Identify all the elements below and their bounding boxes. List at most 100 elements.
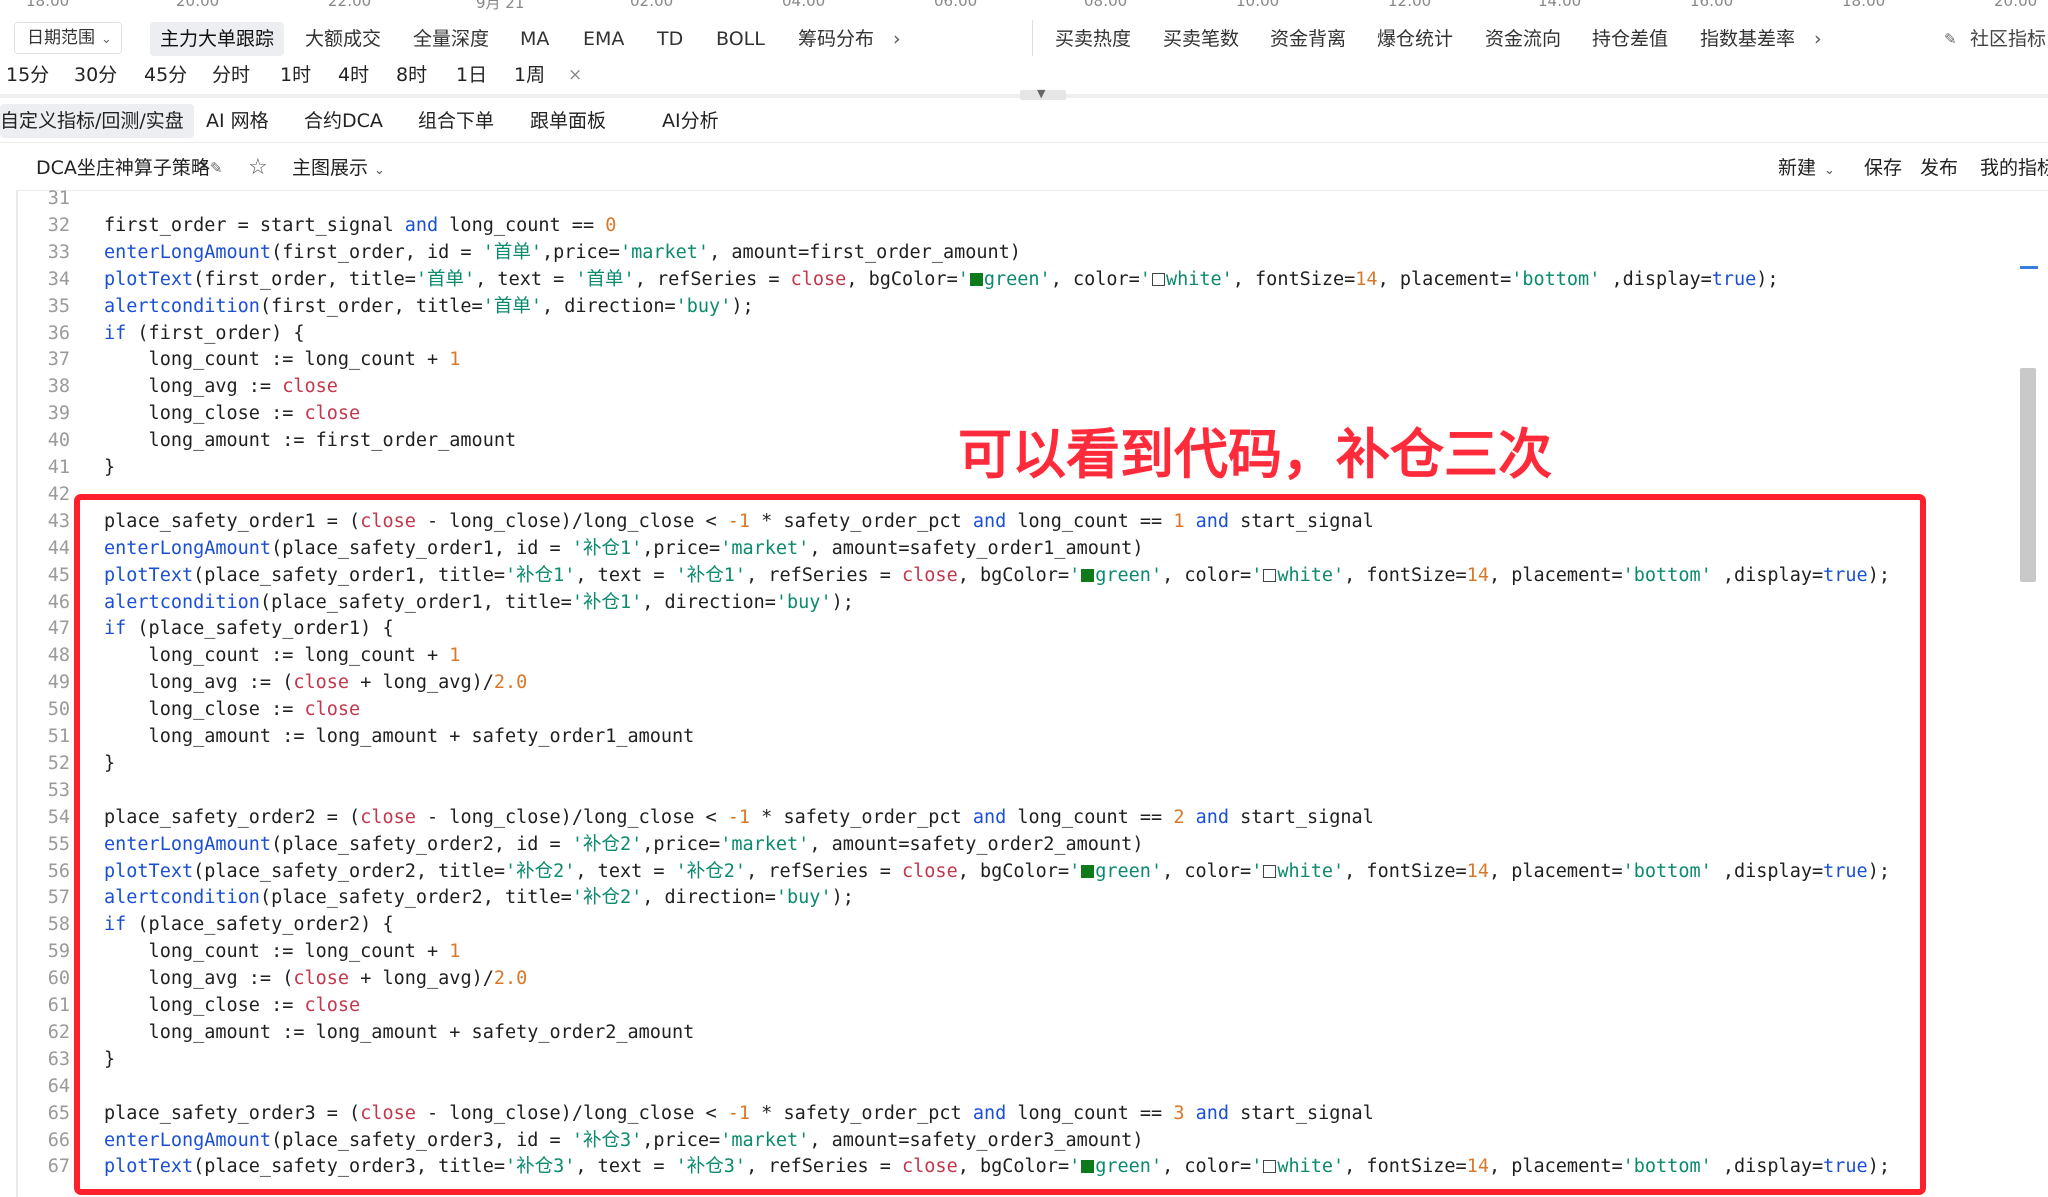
chevron-right-icon[interactable]: › xyxy=(893,18,901,60)
tab-copy-trade[interactable]: 跟单面板 xyxy=(530,104,606,138)
line-number: 60 xyxy=(47,968,70,990)
scrollbar-thumb[interactable] xyxy=(2020,368,2036,582)
tab-full-depth[interactable]: 全量深度 xyxy=(413,18,489,60)
time-axis-label: 04:00 xyxy=(782,0,826,10)
chevron-down-icon: ▼ xyxy=(1037,87,1046,100)
tab-ai-grid[interactable]: AI 网格 xyxy=(206,104,269,138)
code-text: long_close := close xyxy=(104,403,361,425)
my-indicators-button[interactable]: 我的指标 xyxy=(1980,146,2048,190)
time-axis-label: 18:00 xyxy=(1842,0,1886,10)
line-number: 35 xyxy=(47,295,70,317)
code-line: 33 enterLongAmount(first_order, id = '首单'… xyxy=(16,239,2016,266)
line-number: 38 xyxy=(47,376,70,398)
tab-liquidation-stats[interactable]: 爆仓统计 xyxy=(1377,18,1453,60)
code-line: 35 alertcondition(first_order, title='首单'… xyxy=(16,293,2016,320)
tab-buy-sell-count[interactable]: 买卖笔数 xyxy=(1163,18,1239,60)
code-text: if (first_order) { xyxy=(104,322,305,344)
time-axis-label: 22:00 xyxy=(328,0,372,10)
code-line: 34 plotText(first_order, title='首单', text… xyxy=(16,266,2016,293)
star-icon[interactable]: ☆ xyxy=(248,146,268,190)
line-number: 53 xyxy=(47,779,70,801)
timeframe-4h[interactable]: 4时 xyxy=(338,58,369,92)
line-number: 34 xyxy=(47,268,70,290)
code-text: } xyxy=(104,457,116,478)
new-dropdown[interactable]: 新建 ⌄ xyxy=(1778,146,1835,190)
time-axis-label: 12:00 xyxy=(1388,0,1432,10)
timeframe-1d[interactable]: 1日 xyxy=(456,58,487,92)
collapse-handle[interactable]: ▼ xyxy=(1020,87,1066,100)
chevron-right-icon[interactable]: › xyxy=(1814,18,1822,60)
tab-ai-analysis[interactable]: AI分析 xyxy=(662,104,719,138)
tab-ema[interactable]: EMA xyxy=(583,18,624,60)
display-mode-label: 主图展示 xyxy=(292,157,369,179)
line-number: 49 xyxy=(47,672,70,694)
display-mode-dropdown[interactable]: 主图展示 ⌄ xyxy=(292,146,385,190)
tab-combo-order[interactable]: 组合下单 xyxy=(418,104,494,138)
line-number: 33 xyxy=(47,241,70,263)
strategy-name[interactable]: DCA坐庄神算子策略 xyxy=(36,146,210,190)
time-axis-label: 14:00 xyxy=(1538,0,1582,10)
tab-position-diff[interactable]: 持仓差值 xyxy=(1592,18,1668,60)
tab-chip-distribution[interactable]: 筹码分布 xyxy=(798,18,874,60)
scroll-marker xyxy=(2020,266,2038,269)
line-number: 62 xyxy=(47,1021,70,1043)
line-number: 54 xyxy=(47,806,70,828)
tab-fund-flow[interactable]: 资金流向 xyxy=(1485,18,1561,60)
time-axis-label: 10:00 xyxy=(1236,0,1280,10)
code-line: 31 xyxy=(16,185,2016,212)
time-axis-label: 9月 21 xyxy=(476,0,525,12)
line-number: 37 xyxy=(47,349,70,371)
tab-contract-dca[interactable]: 合约DCA xyxy=(304,104,383,138)
code-text: long_amount := first_order_amount xyxy=(104,430,517,452)
divider xyxy=(0,142,2048,143)
line-number: 47 xyxy=(47,618,70,640)
time-axis-label: 06:00 xyxy=(934,0,978,10)
module-tab-bar: 自定义指标/回测/实盘 AI 网格 合约DCA 组合下单 跟单面板 AI分析 xyxy=(0,100,2048,142)
save-button[interactable]: 保存 xyxy=(1864,146,1902,190)
tab-main-order-tracking[interactable]: 主力大单跟踪 xyxy=(150,22,285,56)
line-number: 52 xyxy=(47,752,70,774)
line-number: 48 xyxy=(47,645,70,667)
code-line: 38 long_avg := close xyxy=(16,373,2016,400)
tab-ma[interactable]: MA xyxy=(520,18,549,60)
tab-fund-divergence[interactable]: 资金背离 xyxy=(1270,18,1346,60)
time-axis-label: 18:00 xyxy=(26,0,70,10)
code-text: alertcondition(first_order, title='首单', … xyxy=(104,295,754,317)
line-number: 57 xyxy=(47,887,70,909)
editor-header: DCA坐庄神算子策略 * ✎ ☆ 主图展示 ⌄ 新建 ⌄ 保存 发布 我的指标 xyxy=(16,146,2048,190)
tab-boll[interactable]: BOLL xyxy=(716,18,765,60)
line-number: 40 xyxy=(47,430,70,452)
unsaved-marker: * xyxy=(200,158,208,177)
community-indicators-link[interactable]: 社区指标 xyxy=(1970,18,2046,60)
edit-icon[interactable]: ✎ xyxy=(210,146,223,190)
time-axis-label: 02:00 xyxy=(630,0,674,10)
time-axis-label: 16:00 xyxy=(1690,0,1734,10)
tab-buy-sell-heat[interactable]: 买卖热度 xyxy=(1055,18,1131,60)
line-number: 32 xyxy=(47,214,70,236)
tab-large-trades[interactable]: 大额成交 xyxy=(305,18,381,60)
time-axis-label: 20:00 xyxy=(176,0,220,10)
timeframe-tick[interactable]: 分时 xyxy=(212,58,250,92)
timeframe-45m[interactable]: 45分 xyxy=(144,58,187,92)
code-text: plotText(first_order, title='首单', text =… xyxy=(104,268,1779,290)
line-number: 42 xyxy=(47,483,70,505)
line-number: 31 xyxy=(47,188,70,209)
timeframe-8h[interactable]: 8时 xyxy=(396,58,427,92)
timeframe-1h[interactable]: 1时 xyxy=(280,58,311,92)
scrollbar-track[interactable] xyxy=(2018,191,2048,1197)
line-number: 64 xyxy=(47,1075,70,1097)
publish-button[interactable]: 发布 xyxy=(1920,146,1958,190)
chevron-down-icon: ⌄ xyxy=(1824,163,1835,178)
edit-icon[interactable]: ✎ xyxy=(1944,18,1957,60)
timeframe-1w[interactable]: 1周 xyxy=(514,58,545,92)
tab-custom-indicator[interactable]: 自定义指标/回测/实盘 xyxy=(0,104,194,138)
code-text: long_count := long_count + 1 xyxy=(104,349,461,371)
tab-index-basis[interactable]: 指数基差率 xyxy=(1700,18,1795,60)
timeframe-30m[interactable]: 30分 xyxy=(74,58,117,92)
code-text: enterLongAmount(first_order, id = '首单',p… xyxy=(104,241,1021,263)
timeframe-15m[interactable]: 15分 xyxy=(6,58,49,92)
code-text: long_avg := close xyxy=(104,376,338,398)
line-number: 44 xyxy=(47,537,70,559)
tab-td[interactable]: TD xyxy=(657,18,683,60)
close-icon[interactable]: × xyxy=(568,58,582,92)
